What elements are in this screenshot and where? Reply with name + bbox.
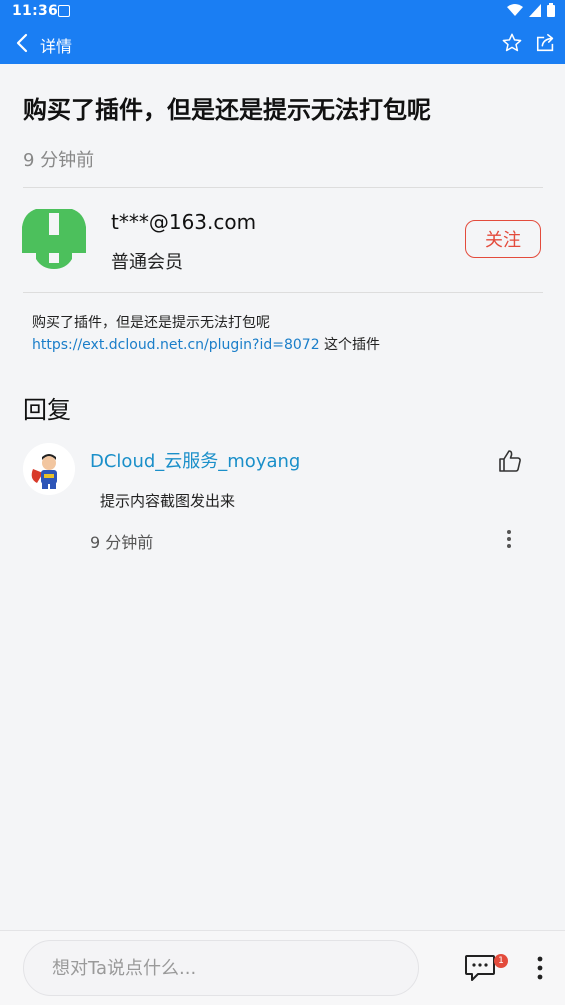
reply-avatar[interactable] bbox=[23, 443, 75, 495]
reply-username[interactable]: DCloud_云服务_moyang bbox=[90, 447, 300, 473]
bottom-bar: 1 bbox=[0, 930, 565, 1005]
post-content-link-line: https://ext.dcloud.net.cn/plugin?id=8072… bbox=[32, 334, 542, 356]
more-vertical-icon[interactable] bbox=[531, 955, 549, 981]
author-name[interactable]: t***@163.com bbox=[111, 210, 256, 234]
follow-button[interactable]: 关注 bbox=[465, 220, 541, 258]
status-bar: 11:36 bbox=[0, 0, 565, 24]
wifi-icon bbox=[507, 3, 523, 16]
plugin-link[interactable]: https://ext.dcloud.net.cn/plugin?id=8072 bbox=[32, 337, 320, 353]
divider bbox=[23, 292, 543, 293]
reply-text: 提示内容截图发出来 bbox=[100, 492, 236, 510]
nav-bar: 详情 bbox=[0, 24, 565, 64]
page-title: 详情 bbox=[40, 37, 73, 56]
signal-icon bbox=[529, 3, 541, 17]
notification-a-icon bbox=[58, 5, 70, 17]
superhero-avatar-icon bbox=[23, 443, 75, 495]
divider bbox=[23, 187, 543, 188]
chevron-left-icon[interactable] bbox=[12, 32, 34, 54]
share-icon[interactable] bbox=[535, 32, 557, 54]
post-time: 9 分钟前 bbox=[23, 150, 95, 171]
reply-time: 9 分钟前 bbox=[90, 533, 154, 552]
author-level: 普通会员 bbox=[111, 252, 183, 273]
comment-input[interactable] bbox=[23, 940, 419, 996]
post-content-text: 购买了插件，但是还是提示无法打包呢 bbox=[32, 315, 270, 331]
star-icon[interactable] bbox=[501, 32, 523, 54]
more-vertical-icon[interactable] bbox=[500, 528, 518, 550]
replies-heading: 回复 bbox=[23, 396, 71, 424]
post-content: 购买了插件，但是还是提示无法打包呢 https://ext.dcloud.net… bbox=[32, 312, 542, 356]
status-icons bbox=[507, 3, 555, 17]
avatar[interactable] bbox=[22, 207, 86, 271]
post-content-suffix: 这个插件 bbox=[319, 337, 381, 353]
battery-icon bbox=[547, 3, 555, 17]
post-title: 购买了插件，但是还是提示无法打包呢 bbox=[23, 96, 431, 124]
status-time: 11:36 bbox=[12, 3, 59, 19]
comment-icon[interactable] bbox=[464, 954, 496, 982]
comment-count-badge: 1 bbox=[494, 954, 508, 968]
thumbs-up-icon[interactable] bbox=[497, 448, 523, 474]
